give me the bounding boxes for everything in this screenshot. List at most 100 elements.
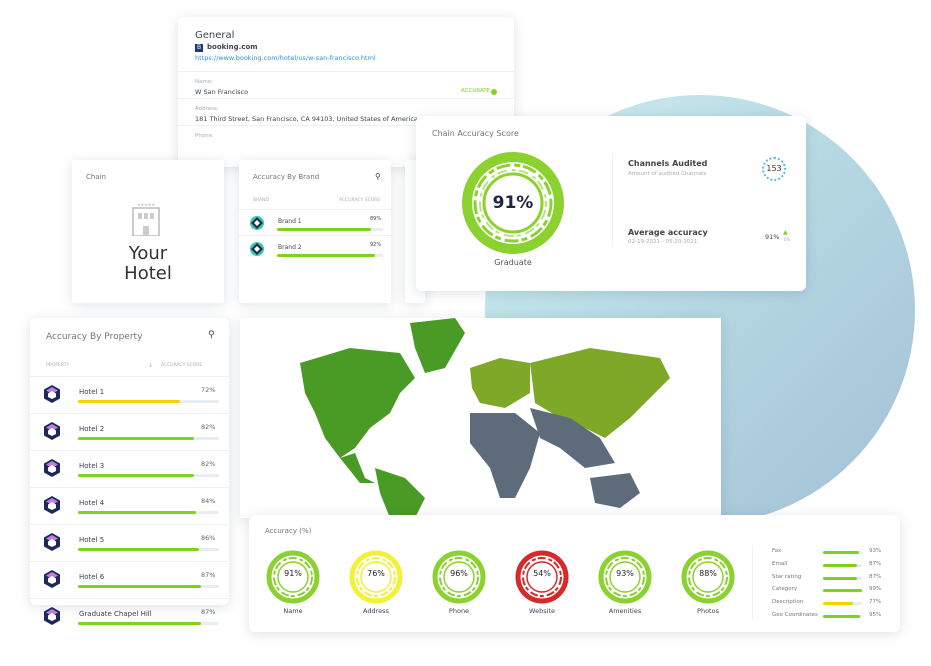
- property-row[interactable]: Hotel 3 82%: [30, 450, 229, 487]
- field-score: 95%: [869, 612, 882, 618]
- property-row[interactable]: Hotel 4 84%: [30, 487, 229, 524]
- field-label: Description: [772, 599, 804, 606]
- field-score-bar: [823, 602, 862, 606]
- hotel-logo-icon: [44, 422, 60, 440]
- field-score: 77%: [869, 599, 882, 606]
- channels-audited-subtitle: Amount of audited Channels: [628, 171, 707, 177]
- booking-logo-icon: B: [195, 44, 203, 52]
- general-title: General: [195, 30, 235, 41]
- field-score: 99%: [869, 586, 882, 593]
- brand-logo-icon: [250, 242, 264, 256]
- property-name: Hotel 2: [79, 425, 105, 433]
- hotel-building-icon: ★★★★★: [132, 202, 160, 236]
- world-map-panel: [240, 318, 721, 518]
- field-accuracy-row: Geo Coordinates 95%: [249, 612, 900, 624]
- field-score-bar: [823, 576, 862, 580]
- field-label: Fax: [772, 548, 782, 554]
- accuracy-title: Accuracy (%): [265, 527, 312, 535]
- brand-name: Brand 2: [278, 244, 302, 251]
- property-name: Hotel 1: [79, 388, 105, 396]
- property-score-bar: [78, 622, 219, 625]
- hotel-logo-icon: [44, 533, 60, 551]
- brand-title: Accuracy By Brand: [253, 173, 320, 181]
- map-australia: [590, 473, 640, 508]
- chain-accuracy-title: Chain Accuracy Score: [432, 129, 519, 138]
- map-greenland: [410, 318, 465, 373]
- average-accuracy-title: Average accuracy: [628, 228, 708, 237]
- field-score: 87%: [869, 573, 882, 580]
- brand-score: 89%: [370, 216, 382, 222]
- map-europe: [470, 358, 530, 408]
- field-score-bar: [823, 551, 862, 554]
- property-row[interactable]: Graduate Chapel Hill 87%: [30, 598, 229, 635]
- property-score-bar: [78, 474, 219, 477]
- field-label: Star rating: [772, 573, 802, 580]
- brand-column-header: BRAND: [253, 198, 269, 203]
- brand-logo-icon: [250, 216, 264, 230]
- field-score-bar: [823, 563, 862, 567]
- property-card: Accuracy By Property ⚲ PROPERTY ↓ ACCURA…: [30, 318, 229, 625]
- brand-row[interactable]: Brand 1 89%: [239, 209, 391, 235]
- hotel-logo-icon: [44, 496, 60, 514]
- brand-score: 92%: [370, 242, 382, 248]
- property-score: 82%: [201, 423, 216, 431]
- property-name: Hotel 3: [79, 462, 105, 470]
- your-hotel-logo-text: Your Hotel: [124, 243, 172, 284]
- property-score-bar: [78, 437, 219, 440]
- search-icon[interactable]: ⚲: [208, 330, 215, 340]
- channels-audited-title: Channels Audited: [628, 159, 708, 168]
- property-row[interactable]: Hotel 5 86%: [30, 524, 229, 561]
- hotel-logo-icon: [44, 607, 60, 625]
- chain-tier: Graduate: [494, 258, 532, 267]
- field-label: Email: [772, 560, 788, 567]
- accurate-status: ACCURATE: [461, 88, 491, 94]
- property-score-bar: [78, 585, 219, 588]
- property-score: 82%: [201, 460, 216, 468]
- field-score-bar: [823, 589, 862, 593]
- hotel-logo-icon: [44, 570, 60, 588]
- status-dot-icon: [491, 89, 497, 95]
- search-icon[interactable]: ⚲: [375, 172, 381, 181]
- property-score: 87%: [201, 608, 216, 616]
- field-accuracy-row: Email 87%: [249, 561, 900, 573]
- property-row[interactable]: Hotel 1 72%: [30, 376, 229, 413]
- average-accuracy-change: 0%: [784, 237, 791, 242]
- score-column-header[interactable]: ACCURACY SCORE: [161, 363, 202, 368]
- field-accuracy-row: Category 99%: [249, 586, 900, 598]
- score-column-header: ACCURACY SCORE: [339, 198, 381, 203]
- property-row[interactable]: Hotel 2 82%: [30, 413, 229, 450]
- chain-accuracy-card: Chain Accuracy Score 91% Graduate Channe…: [416, 116, 806, 291]
- sort-down-icon[interactable]: ↓: [148, 362, 153, 369]
- chain-card: Chain ★★★★★ Your Hotel: [72, 160, 224, 303]
- name-label: Name:: [195, 79, 214, 85]
- source-url-link[interactable]: https://www.booking.com/hotel/us/w-san-f…: [195, 54, 376, 62]
- field-label: Category: [772, 586, 798, 593]
- brand-score-bar: [277, 254, 383, 257]
- accuracy-card: Accuracy (%) 91% Name 76% Address 96% Ph…: [249, 515, 900, 632]
- property-row[interactable]: Hotel 6 87%: [30, 561, 229, 598]
- trend-up-icon: ▲: [783, 229, 788, 236]
- property-name: Hotel 5: [79, 536, 105, 544]
- property-score-bar: [78, 400, 219, 403]
- average-accuracy-value: 91%: [765, 233, 780, 241]
- property-score: 87%: [201, 571, 216, 579]
- map-central-america: [340, 453, 375, 483]
- property-column-header: PROPERTY: [46, 363, 70, 368]
- map-south-america: [375, 468, 425, 518]
- property-name: Hotel 4: [79, 499, 105, 507]
- property-score-bar: [78, 511, 219, 514]
- brand-name: Brand 1: [278, 218, 302, 225]
- property-score: 86%: [201, 534, 216, 542]
- property-name: Hotel 6: [79, 573, 105, 581]
- channels-count: 153: [762, 157, 786, 181]
- name-value: W San Francisco: [195, 88, 249, 96]
- address-value: 181 Third Street, San Francisco, CA 9410…: [195, 115, 418, 123]
- source-name: booking.com: [207, 43, 258, 51]
- map-north-america: [300, 348, 415, 458]
- brand-row[interactable]: Brand 2 92%: [239, 235, 391, 261]
- field-score: 93%: [869, 548, 882, 554]
- hotel-logo-icon: [44, 385, 60, 403]
- field-accuracy-row: Fax 93%: [249, 548, 900, 560]
- hotel-logo-icon: [44, 459, 60, 477]
- property-name: Graduate Chapel Hill: [79, 610, 152, 618]
